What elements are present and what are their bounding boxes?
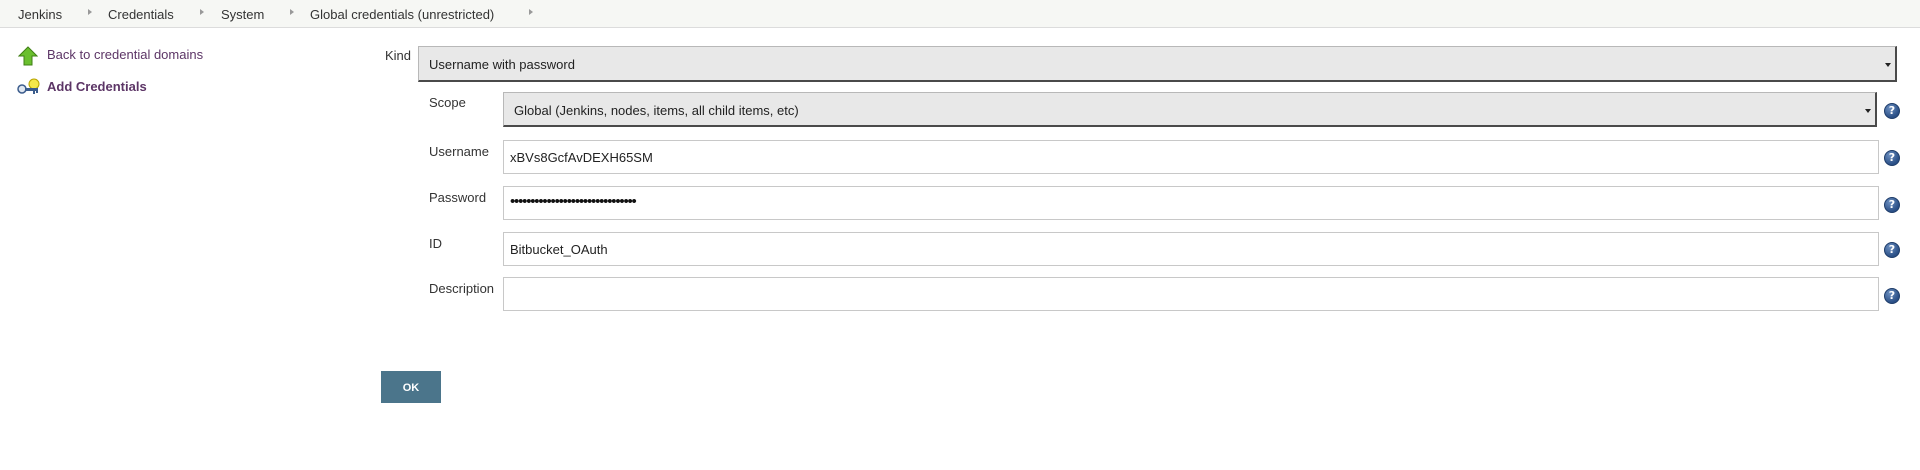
password-value: ••••••••••••••••••••••••••••••• — [510, 193, 637, 210]
breadcrumb-jenkins[interactable]: Jenkins — [18, 7, 62, 22]
kind-select[interactable]: Username with password — [418, 46, 1897, 82]
id-field[interactable]: Bitbucket_OAuth — [503, 232, 1879, 266]
dropdown-caret-icon — [1865, 109, 1871, 113]
breadcrumb-separator-icon[interactable] — [88, 9, 92, 15]
back-to-credential-domains-link[interactable]: Back to credential domains — [47, 47, 203, 62]
up-arrow-icon[interactable] — [18, 46, 38, 66]
password-field[interactable]: ••••••••••••••••••••••••••••••• — [503, 186, 1879, 220]
breadcrumb-separator-icon[interactable] — [200, 9, 204, 15]
kind-label: Kind — [385, 48, 412, 63]
username-field[interactable]: xBVs8GcfAvDEXH65SM — [503, 140, 1879, 174]
scope-help-icon[interactable]: ? — [1884, 103, 1900, 119]
id-help-icon[interactable]: ? — [1884, 242, 1900, 258]
dropdown-caret-icon — [1885, 63, 1891, 67]
description-help-icon[interactable]: ? — [1884, 288, 1900, 304]
breadcrumb-system[interactable]: System — [221, 7, 264, 22]
id-label: ID — [429, 236, 442, 251]
username-value: xBVs8GcfAvDEXH65SM — [510, 150, 653, 165]
ok-button[interactable]: OK — [381, 371, 441, 403]
kind-selected-value: Username with password — [429, 57, 575, 72]
username-label: Username — [429, 144, 489, 159]
add-credentials-link[interactable]: Add Credentials — [47, 79, 147, 94]
scope-label: Scope — [429, 95, 466, 110]
description-field[interactable] — [503, 277, 1879, 311]
breadcrumb-separator-icon[interactable] — [529, 9, 533, 15]
scope-selected-value: Global (Jenkins, nodes, items, all child… — [514, 103, 799, 118]
username-help-icon[interactable]: ? — [1884, 150, 1900, 166]
scope-select[interactable]: Global (Jenkins, nodes, items, all child… — [503, 92, 1877, 127]
id-value: Bitbucket_OAuth — [510, 242, 608, 257]
password-label: Password — [429, 190, 487, 205]
breadcrumb-global-credentials[interactable]: Global credentials (unrestricted) — [310, 7, 494, 22]
key-icon[interactable] — [17, 78, 41, 98]
description-label: Description — [429, 281, 495, 296]
password-help-icon[interactable]: ? — [1884, 197, 1900, 213]
breadcrumb-separator-icon[interactable] — [290, 9, 294, 15]
breadcrumb: Jenkins Credentials System Global creden… — [0, 0, 1920, 28]
breadcrumb-credentials[interactable]: Credentials — [108, 7, 174, 22]
